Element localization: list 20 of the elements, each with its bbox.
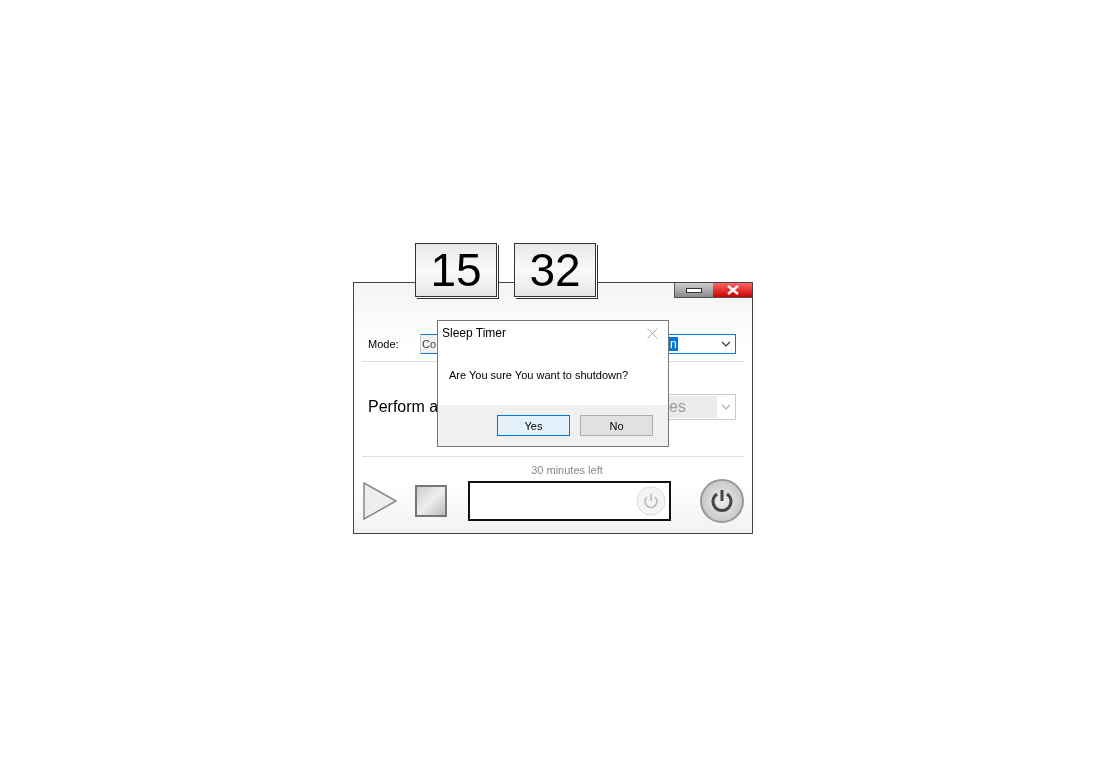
yes-button[interactable]: Yes bbox=[497, 415, 570, 436]
close-icon bbox=[725, 285, 740, 295]
stop-button[interactable] bbox=[415, 485, 447, 517]
power-button[interactable] bbox=[700, 479, 744, 523]
play-icon[interactable] bbox=[363, 482, 398, 520]
hours-display: 15 bbox=[415, 243, 497, 297]
action-label: Perform a bbox=[368, 398, 440, 416]
dialog-message: Are You sure You want to shutdown? bbox=[448, 368, 630, 383]
mode-label: Mode: bbox=[368, 338, 400, 350]
dialog-title: Sleep Timer bbox=[442, 326, 507, 340]
chevron-icon bbox=[721, 404, 731, 410]
time-remaining: 30 minutes left bbox=[530, 464, 604, 476]
no-button[interactable]: No bbox=[580, 415, 653, 436]
power-icon bbox=[636, 486, 666, 516]
close-button[interactable] bbox=[713, 283, 752, 298]
power-icon bbox=[709, 488, 735, 514]
minimize-button[interactable] bbox=[674, 283, 713, 298]
chevron-icon bbox=[721, 341, 731, 347]
minutes-display: 32 bbox=[514, 243, 596, 297]
selected-text: n bbox=[669, 337, 678, 351]
